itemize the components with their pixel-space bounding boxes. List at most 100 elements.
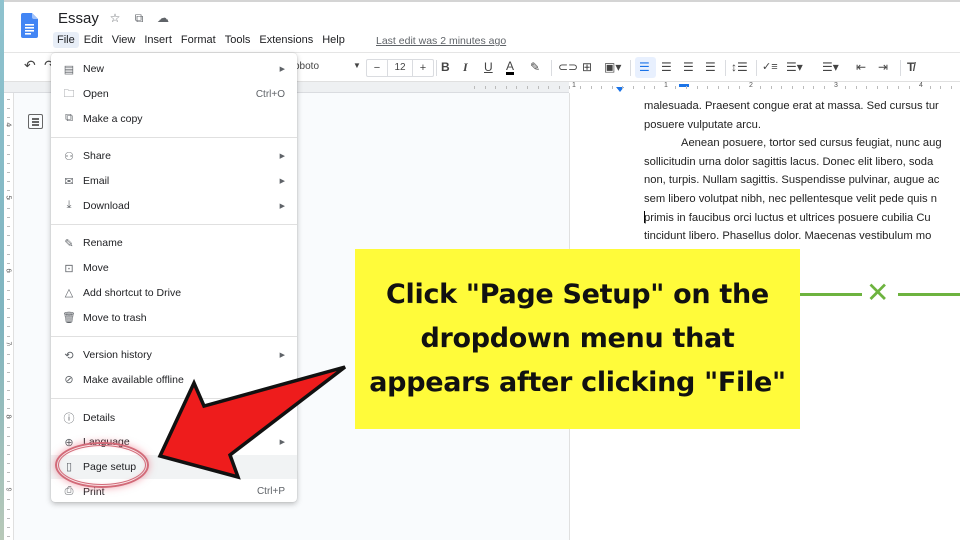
folder-open-icon: 🗀 bbox=[63, 87, 75, 100]
vertical-ruler-tick bbox=[7, 427, 10, 428]
menu-item-download[interactable]: ⤓ Download ▶ bbox=[51, 193, 297, 218]
undo-icon[interactable]: ↶ bbox=[24, 57, 36, 74]
menu-item-version-history[interactable]: ⟲ Version history ▶ bbox=[51, 343, 297, 368]
vertical-ruler-tick bbox=[7, 518, 10, 519]
first-line-indent-marker[interactable] bbox=[679, 84, 689, 87]
menu-edit[interactable]: Edit bbox=[80, 32, 107, 48]
vertical-ruler-tick bbox=[7, 199, 10, 200]
ruler-tick bbox=[940, 86, 941, 89]
menu-separator bbox=[51, 137, 297, 139]
menu-item-label: Email bbox=[83, 175, 110, 188]
vertical-ruler-tick bbox=[7, 181, 10, 182]
ruler-tick bbox=[612, 86, 613, 89]
vertical-ruler-tick bbox=[7, 390, 10, 391]
menu-item-email[interactable]: ✉ Email ▶ bbox=[51, 169, 297, 194]
highlight-color-icon[interactable]: ✎ bbox=[530, 60, 540, 74]
ruler-tick bbox=[485, 86, 486, 89]
font-size-input[interactable]: 12 bbox=[387, 60, 413, 76]
italic-button[interactable]: I bbox=[463, 60, 468, 75]
menu-item-label: Download bbox=[83, 199, 130, 212]
bold-button[interactable]: B bbox=[441, 60, 450, 74]
vertical-ruler-tick bbox=[7, 145, 10, 146]
star-icon[interactable]: ☆ bbox=[108, 11, 122, 26]
menu-item-details[interactable]: ⓘ Details bbox=[51, 405, 297, 430]
google-docs-logo-icon[interactable] bbox=[21, 13, 38, 38]
ruler-tick bbox=[495, 86, 496, 89]
menu-format[interactable]: Format bbox=[177, 32, 220, 48]
numbered-list-icon[interactable]: ☰▾ bbox=[822, 60, 839, 74]
text-line: tincidunt libero. Phasellus dolor. Maece… bbox=[644, 230, 932, 243]
vertical-ruler-tick bbox=[7, 208, 10, 209]
new-doc-icon: ▤ bbox=[63, 63, 75, 76]
font-family-caret-icon[interactable]: ▼ bbox=[353, 61, 361, 70]
font-family-select[interactable]: oboto bbox=[294, 61, 319, 72]
vertical-ruler[interactable]: 456789 bbox=[4, 93, 14, 540]
menu-item-label: Add shortcut to Drive bbox=[83, 286, 182, 299]
menu-item-make-available-offline[interactable]: ⊘ Make available offline bbox=[51, 368, 297, 393]
submenu-arrow-icon: ▶ bbox=[279, 66, 285, 74]
vertical-ruler-tick bbox=[7, 472, 10, 473]
align-right-icon[interactable]: ☰ bbox=[683, 60, 694, 74]
page-break-x-icon: ✕ bbox=[866, 276, 890, 309]
ruler-tick bbox=[580, 86, 581, 89]
justify-icon[interactable]: ☰ bbox=[705, 60, 716, 74]
vertical-ruler-tick bbox=[7, 363, 10, 364]
ruler-tick bbox=[728, 86, 729, 89]
decrease-indent-icon[interactable]: ⇤ bbox=[856, 60, 866, 74]
ruler-tick bbox=[856, 86, 857, 89]
cloud-saved-icon[interactable]: ☁ bbox=[156, 11, 170, 26]
increase-font-size-button[interactable]: + bbox=[413, 60, 433, 76]
trash-icon: 🗑 bbox=[62, 312, 76, 325]
email-icon: ✉ bbox=[64, 175, 74, 188]
ruler-label: 2 bbox=[749, 82, 753, 89]
ruler-tick bbox=[707, 86, 708, 89]
ruler-tick bbox=[803, 86, 804, 89]
ruler-tick bbox=[866, 86, 867, 89]
vertical-ruler-tick bbox=[7, 345, 10, 346]
insert-link-icon[interactable]: ⊂⊃ bbox=[558, 60, 578, 74]
menu-item-move-to-trash[interactable]: 🗑 Move to trash bbox=[51, 305, 297, 330]
document-body[interactable]: malesuada. Praesent congue erat at massa… bbox=[644, 97, 960, 246]
menu-extensions[interactable]: Extensions bbox=[255, 32, 317, 48]
menu-insert[interactable]: Insert bbox=[140, 32, 176, 48]
menu-item-new[interactable]: ▤ New ▶ bbox=[51, 57, 297, 82]
menu-tools[interactable]: Tools bbox=[221, 32, 255, 48]
menu-item-move[interactable]: ⊡ Move bbox=[51, 256, 297, 281]
vertical-ruler-tick bbox=[7, 436, 10, 437]
document-outline-icon[interactable] bbox=[28, 114, 43, 129]
increase-indent-icon[interactable]: ⇥ bbox=[878, 60, 888, 74]
bulleted-list-icon[interactable]: ☰▾ bbox=[786, 60, 803, 74]
align-left-icon[interactable]: ☰ bbox=[639, 60, 650, 74]
menu-item-label: Rename bbox=[83, 237, 123, 250]
page-break-line-right bbox=[898, 293, 960, 296]
vertical-ruler-tick bbox=[7, 308, 10, 309]
menu-file[interactable]: File bbox=[53, 32, 79, 48]
add-comment-icon[interactable]: ⊞ bbox=[582, 60, 592, 74]
clear-formatting-icon[interactable]: T̸ bbox=[907, 60, 914, 74]
menu-item-label: Details bbox=[83, 411, 116, 424]
text-color-button[interactable]: A bbox=[506, 60, 515, 75]
decrease-font-size-button[interactable]: − bbox=[367, 60, 387, 76]
underline-button[interactable]: U bbox=[484, 60, 493, 74]
align-center-icon[interactable]: ☰ bbox=[661, 60, 672, 74]
last-edit-link[interactable]: Last edit was 2 minutes ago bbox=[376, 35, 506, 47]
document-title[interactable]: Essay bbox=[58, 10, 99, 27]
menu-item-add-shortcut-to-drive[interactable]: △ Add shortcut to Drive bbox=[51, 281, 297, 306]
ruler-tick bbox=[697, 86, 698, 89]
menu-help[interactable]: Help bbox=[318, 32, 349, 48]
vertical-ruler-tick bbox=[7, 326, 10, 327]
vertical-ruler-tick bbox=[7, 235, 10, 236]
menu-view[interactable]: View bbox=[108, 32, 140, 48]
checklist-icon[interactable]: ✓≡ bbox=[762, 60, 778, 73]
insert-image-icon[interactable]: ▣▾ bbox=[604, 60, 621, 74]
menu-item-make-a-copy[interactable]: ⧉ Make a copy bbox=[51, 106, 297, 131]
menu-item-rename[interactable]: ✎ Rename bbox=[51, 231, 297, 256]
menu-bar: File Edit View Insert Format Tools Exten… bbox=[53, 32, 350, 48]
move-to-folder-icon[interactable]: ⧉ bbox=[132, 11, 146, 26]
menu-item-open[interactable]: 🗀 Open Ctrl+O bbox=[51, 82, 297, 107]
ruler-tick bbox=[951, 86, 952, 89]
line-spacing-icon[interactable]: ↕☰ bbox=[731, 60, 748, 74]
vertical-ruler-tick bbox=[7, 372, 10, 373]
menu-item-share[interactable]: ⚇ Share ▶ bbox=[51, 144, 297, 169]
share-person-icon: ⚇ bbox=[64, 150, 74, 163]
